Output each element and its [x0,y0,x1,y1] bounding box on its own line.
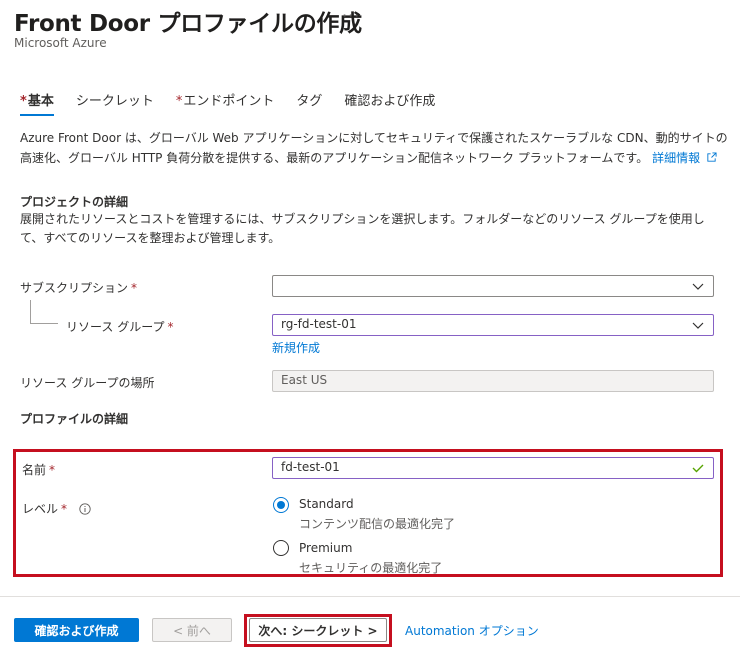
create-new-resource-group-link[interactable]: 新規作成 [272,339,320,356]
resource-group-location-field: East US [272,370,714,392]
tree-connector [30,323,58,324]
tier-premium-title: Premium [299,541,353,555]
learn-more-link[interactable]: 詳細情報 [652,151,717,165]
subscription-label: サブスクリプション * [20,281,138,295]
project-details-heading: プロジェクトの詳細 [20,195,129,209]
previous-button[interactable]: < 前へ [152,618,232,642]
more-options-button[interactable]: ··· [342,6,360,25]
tab-secrets[interactable]: シークレット [76,90,154,116]
tier-standard-subtitle: コンテンツ配信の最適化完了 [299,517,456,531]
review-create-button[interactable]: 確認および作成 [14,618,139,642]
project-details-description: 展開されたリソースとコストを管理するには、サブスクリプションを選択します。フォル… [20,212,705,245]
external-link-icon [707,152,717,162]
tier-standard-radio[interactable] [273,497,289,513]
subscription-dropdown[interactable] [272,275,714,297]
resource-group-label: リソース グループ * [66,320,174,334]
profile-details-heading: プロファイルの詳細 [20,412,129,426]
tab-basics[interactable]: *基本 [20,90,54,116]
tier-label: レベル * [22,500,91,517]
tier-premium-radio[interactable] [273,540,289,556]
checkmark-icon [692,464,704,473]
tab-review-create[interactable]: 確認および作成 [344,90,435,116]
tab-bar: *基本 シークレット *エンドポイント タグ 確認および作成 [20,90,457,116]
footer-divider [0,596,740,597]
tier-standard-title: Standard [299,497,354,511]
intro-description: Azure Front Door は、グローバル Web アプリケーションに対し… [20,131,728,165]
chevron-down-icon [692,322,704,329]
resource-group-location-label: リソース グループの場所 [20,376,155,390]
info-icon[interactable] [79,503,91,515]
next-secrets-button[interactable]: 次へ: シークレット > [249,618,387,642]
tab-endpoint[interactable]: *エンドポイント [176,90,275,116]
page-subtitle: Microsoft Azure [14,36,107,50]
name-label: 名前 * [22,463,56,477]
tree-connector [30,300,31,324]
automation-options-link[interactable]: Automation オプション [405,622,539,639]
chevron-down-icon [692,283,704,290]
tier-premium-subtitle: セキュリティの最適化完了 [299,561,443,575]
name-input[interactable]: fd-test-01 [272,457,714,479]
page-title: Front Door プロファイルの作成 [14,11,362,37]
tab-tags[interactable]: タグ [296,90,322,116]
resource-group-dropdown[interactable]: rg-fd-test-01 [272,314,714,336]
